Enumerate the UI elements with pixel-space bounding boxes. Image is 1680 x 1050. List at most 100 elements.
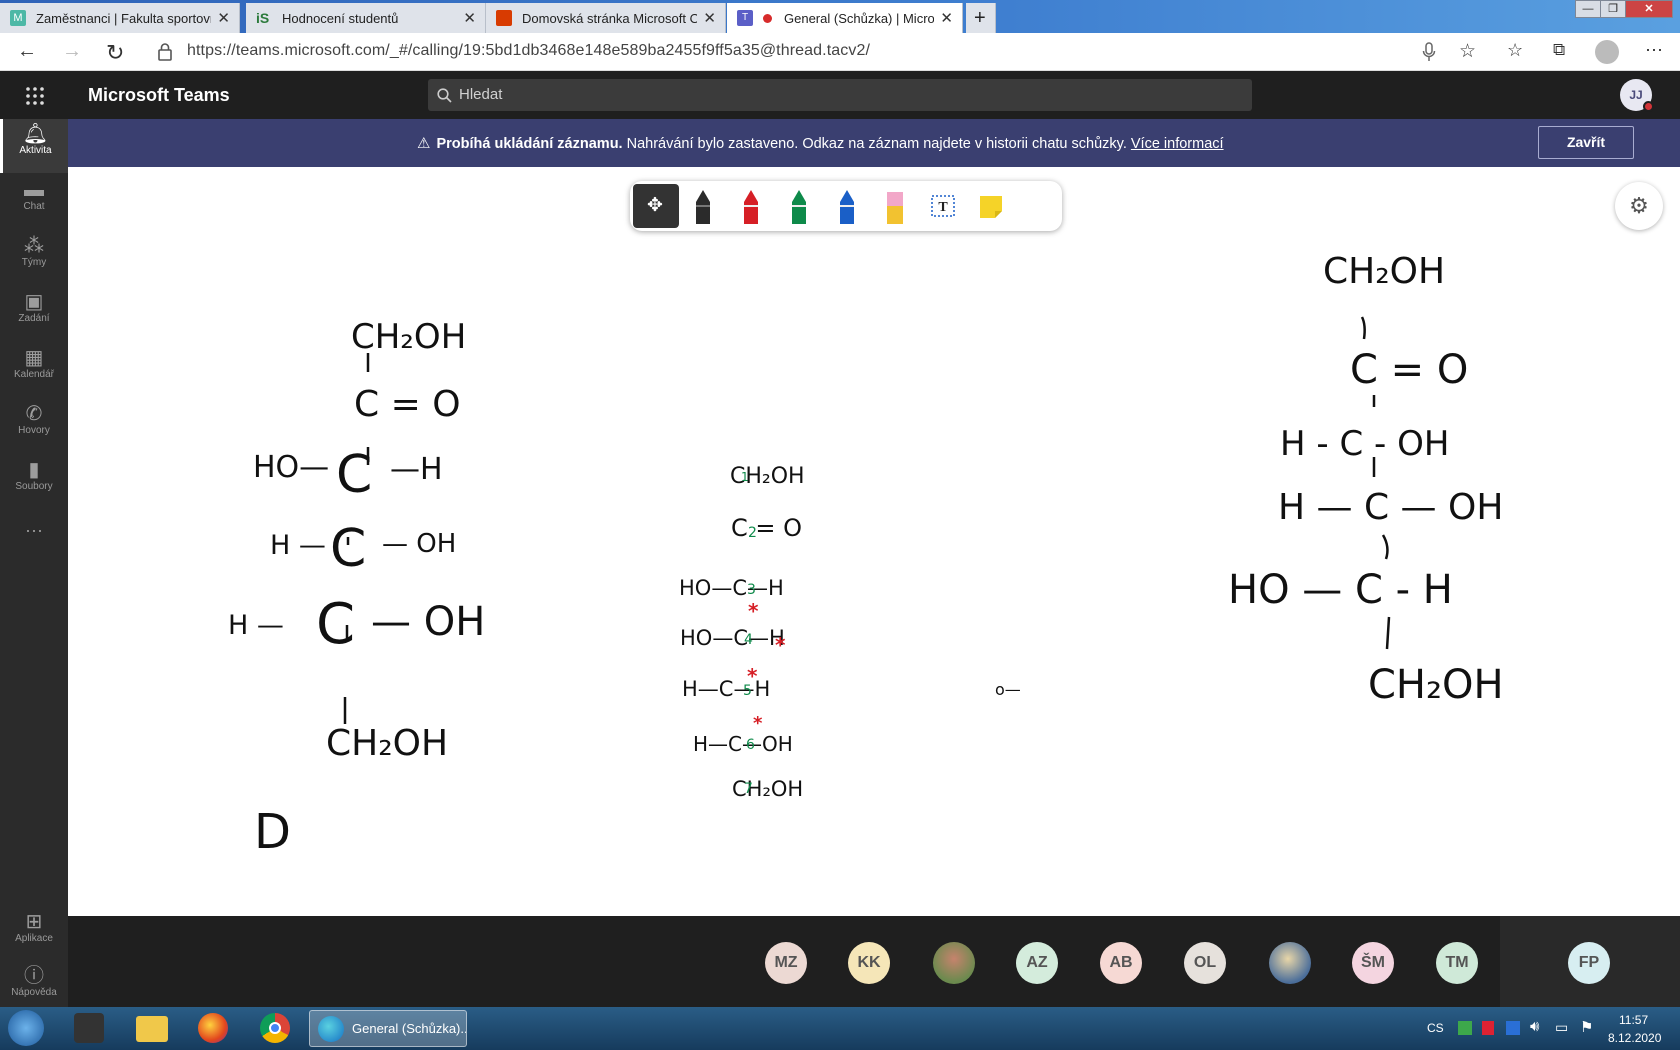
browser-tab[interactable]: iS Hodnocení studentů ✕ (246, 3, 486, 33)
close-button[interactable]: Zavřít (1538, 126, 1634, 159)
close-icon[interactable]: ✕ (703, 9, 716, 27)
taskbar-active-window[interactable]: General (Schůzka)... (309, 1010, 467, 1047)
left-rail: 🔔︎ Aktivita ▬ Chat ⁂ Týmy ▣ Zadání ▦ Kalendář… (0, 119, 68, 1007)
teal-m-icon: M (10, 10, 26, 26)
favorites-list-icon[interactable]: ☆ (1507, 40, 1523, 61)
participant-avatar[interactable]: TM (1436, 942, 1478, 984)
rail-label: Zadání (18, 313, 50, 324)
url-text[interactable]: https://teams.microsoft.com/_#/calling/1… (187, 42, 870, 60)
bond-lines (1360, 316, 1391, 650)
participant-avatar[interactable]: MZ (765, 942, 807, 984)
chat-icon: ▬ (24, 179, 44, 201)
rail-item-activity[interactable]: 🔔︎ Aktivita (0, 119, 68, 173)
avatar-initials: OL (1193, 954, 1217, 971)
handwritten-text: CH₂OH (732, 777, 804, 801)
search-icon (437, 88, 452, 103)
avatar[interactable]: JJ (1620, 79, 1654, 112)
app-launcher-icon[interactable] (26, 87, 44, 105)
clock-time[interactable]: 11:57 (1619, 1013, 1648, 1027)
tray-icon[interactable] (1506, 1021, 1520, 1035)
more-icon[interactable]: ⋯ (1645, 40, 1663, 61)
firefox-icon[interactable] (198, 1013, 228, 1043)
app-icon[interactable] (74, 1013, 104, 1043)
rail-item-chat[interactable]: ▬ Chat (0, 175, 68, 229)
minimize-button[interactable]: — (1575, 0, 1601, 18)
avatar-initials: AB (1109, 954, 1133, 971)
help-icon: ⓘ (24, 965, 44, 987)
settings-gear-icon[interactable]: ⚙ (1615, 182, 1663, 230)
rail-more-button[interactable]: ··· (0, 515, 68, 545)
participant-avatar-photo[interactable] (933, 942, 975, 984)
maximize-button[interactable]: ❐ (1600, 0, 1626, 18)
favorite-star-icon[interactable]: ☆ (1459, 40, 1476, 63)
tab-title: Hodnocení studentů (282, 10, 399, 26)
rail-label: Chat (23, 201, 45, 212)
close-icon[interactable]: ✕ (217, 9, 230, 27)
clock-date[interactable]: 8.12.2020 (1608, 1031, 1661, 1045)
avatar-initials: FP (1578, 954, 1600, 971)
warning-icon: ⚠ (417, 135, 431, 152)
file-icon: ▮ (28, 459, 40, 481)
tab-title: Zaměstnanci | Fakulta sportovníc (36, 10, 211, 26)
user-initials: JJ (1629, 88, 1643, 102)
participant-avatar[interactable]: OL (1184, 942, 1226, 984)
back-icon[interactable]: ← (17, 40, 37, 63)
microphone-icon[interactable] (1422, 42, 1436, 62)
close-window-button[interactable]: ✕ (1625, 0, 1673, 18)
start-button[interactable] (8, 1010, 44, 1046)
tray-icon[interactable] (1482, 1021, 1494, 1035)
assignment-icon: ▣ (24, 291, 44, 313)
close-icon[interactable]: ✕ (463, 9, 476, 27)
rail-item-assignments[interactable]: ▣ Zadání (0, 287, 68, 341)
rail-item-calls[interactable]: ✆ Hovory (0, 399, 68, 453)
flag-icon[interactable]: ⚑ (1580, 1018, 1593, 1036)
tray-icon[interactable] (1458, 1021, 1472, 1035)
refresh-icon[interactable]: ↻ (106, 40, 124, 66)
close-icon[interactable]: ✕ (940, 9, 953, 27)
banner-text: Nahrávání bylo zastaveno. Odkaz na zázna… (626, 136, 1127, 152)
participant-avatar[interactable]: KK (848, 942, 890, 984)
browser-tab[interactable]: M Zaměstnanci | Fakulta sportovníc ✕ (0, 3, 240, 33)
edge-icon (318, 1016, 344, 1042)
collections-icon[interactable]: ⧉ (1553, 40, 1565, 60)
file-explorer-icon[interactable] (136, 1016, 168, 1042)
browser-tab[interactable]: Domovská stránka Microsoft Off ✕ (486, 3, 726, 33)
app-title: Microsoft Teams (88, 85, 230, 105)
teams-icon: T (737, 10, 753, 26)
whiteboard-canvas[interactable]: ✥ T ⚙ CH₂OH C = O HO— C —H H — C — OH H … (68, 167, 1680, 916)
more-info-link[interactable]: Více informací (1131, 136, 1224, 152)
participant-avatar[interactable]: AB (1100, 942, 1142, 984)
new-tab-button[interactable]: + (966, 3, 996, 33)
avatar-initials: AZ (1026, 954, 1048, 971)
phone-icon: ✆ (25, 403, 43, 425)
participant-avatar[interactable]: FP (1568, 942, 1610, 984)
green-number: 7 (744, 781, 753, 797)
rail-label: Aktivita (19, 145, 52, 156)
forward-icon[interactable]: → (62, 40, 82, 63)
office-icon (496, 10, 512, 26)
rail-label: Aplikace (15, 933, 53, 944)
participant-avatar[interactable]: AZ (1016, 942, 1058, 984)
rail-label: Kalendář (13, 369, 55, 380)
window-title: General (Schůzka)... (352, 1021, 467, 1036)
is-logo-icon: iS (256, 10, 270, 26)
chrome-icon[interactable] (260, 1013, 290, 1043)
volume-icon[interactable]: 🔊︎ (1530, 1018, 1539, 1035)
profile-icon[interactable] (1595, 40, 1619, 64)
rail-item-apps[interactable]: ⊞ Aplikace (0, 907, 68, 961)
teams-header: Microsoft Teams Hledat JJ (0, 71, 1680, 119)
teams-people-icon: ⁂ (24, 235, 44, 257)
search-input[interactable]: Hledat (428, 79, 1252, 111)
participant-avatar-photo[interactable] (1269, 942, 1311, 984)
participant-avatar[interactable]: ŠM (1352, 942, 1394, 984)
avatar-initials: TM (1445, 954, 1469, 971)
language-indicator[interactable]: CS (1427, 1021, 1444, 1035)
rail-label: Nápověda (11, 987, 57, 998)
rail-item-calendar[interactable]: ▦ Kalendář (0, 343, 68, 397)
rail-label: Hovory (18, 425, 50, 436)
rail-item-teams[interactable]: ⁂ Týmy (0, 231, 68, 285)
address-bar: ← → ↻ https://teams.microsoft.com/_#/cal… (0, 33, 1680, 71)
browser-tab-active[interactable]: T General (Schůzka) | Microso ✕ (727, 3, 963, 33)
network-icon[interactable]: ▭ (1555, 1019, 1568, 1036)
rail-item-files[interactable]: ▮ Soubory (0, 455, 68, 509)
